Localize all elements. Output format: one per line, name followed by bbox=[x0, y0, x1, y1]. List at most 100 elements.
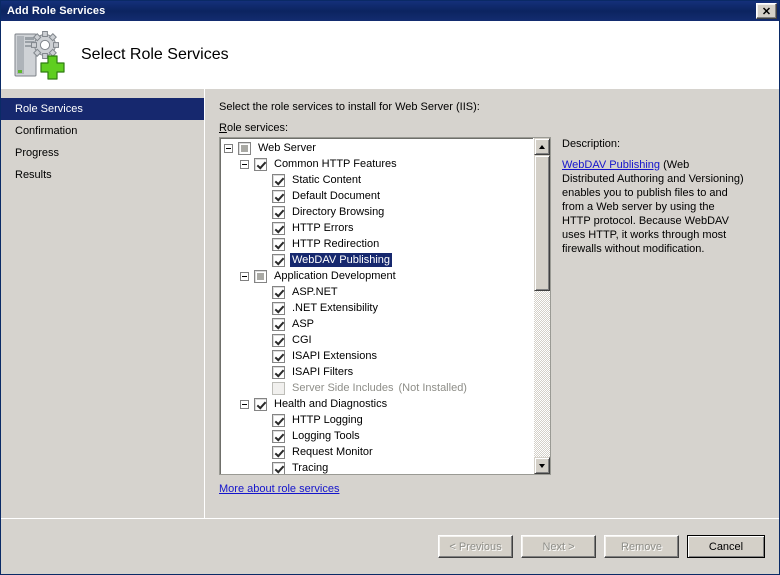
tree-item-label: WebDAV Publishing bbox=[290, 253, 392, 267]
tree-item-label: Default Document bbox=[290, 189, 382, 203]
dialog-body: Role Services Confirmation Progress Resu… bbox=[1, 89, 779, 518]
checkbox-checked[interactable] bbox=[272, 462, 285, 475]
tree-item[interactable]: HTTP Logging bbox=[222, 412, 533, 428]
sidebar-item-role-services[interactable]: Role Services bbox=[1, 98, 204, 120]
tree-item-label: Common HTTP Features bbox=[272, 157, 399, 171]
tree-item-label: Directory Browsing bbox=[290, 205, 386, 219]
checkbox-checked[interactable] bbox=[272, 430, 285, 443]
tree-item-label: .NET Extensibility bbox=[290, 301, 380, 315]
role-services-label: Role services: bbox=[219, 122, 779, 134]
sidebar-item-confirmation[interactable]: Confirmation bbox=[1, 120, 204, 142]
next-button[interactable]: Next > bbox=[521, 535, 596, 558]
checkbox-checked[interactable] bbox=[254, 398, 267, 411]
tree-item[interactable]: Application Development bbox=[222, 268, 533, 284]
dialog-footer: < Previous Next > Remove Cancel bbox=[1, 518, 779, 574]
sidebar-item-results[interactable]: Results bbox=[1, 164, 204, 186]
tree-item-label: ISAPI Extensions bbox=[290, 349, 379, 363]
tree-item[interactable]: .NET Extensibility bbox=[222, 300, 533, 316]
tree-item-label: HTTP Redirection bbox=[290, 237, 381, 251]
role-services-tree[interactable]: Web Server Common HTTP Features Static Con… bbox=[219, 137, 551, 475]
scroll-up-icon[interactable] bbox=[534, 138, 550, 155]
collapse-minus-icon[interactable] bbox=[240, 400, 249, 409]
title-bar: Add Role Services ✕ bbox=[1, 1, 779, 21]
checkbox-checked[interactable] bbox=[272, 334, 285, 347]
tree-item-label: HTTP Errors bbox=[290, 221, 356, 235]
dialog-header: Select Role Services bbox=[1, 21, 779, 89]
tree-item-label: ASP.NET bbox=[290, 285, 340, 299]
checkbox-checked[interactable] bbox=[272, 366, 285, 379]
scroll-down-icon[interactable] bbox=[534, 457, 550, 474]
collapse-minus-icon[interactable] bbox=[224, 144, 233, 153]
tree-item[interactable]: HTTP Redirection bbox=[222, 236, 533, 252]
description-panel: Description: WebDAV Publishing (Web Dist… bbox=[551, 137, 779, 495]
tree-item[interactable]: Request Monitor bbox=[222, 444, 533, 460]
checkbox-checked[interactable] bbox=[272, 206, 285, 219]
scrollbar-thumb[interactable] bbox=[534, 155, 550, 291]
tree-item[interactable]: ISAPI Extensions bbox=[222, 348, 533, 364]
checkbox-unchecked bbox=[272, 382, 285, 395]
tree-scrollbar[interactable] bbox=[533, 138, 550, 474]
checkbox-checked[interactable] bbox=[272, 238, 285, 251]
checkbox-checked[interactable] bbox=[272, 286, 285, 299]
add-role-services-dialog: Add Role Services ✕ bbox=[0, 0, 780, 575]
tree-item[interactable]: HTTP Errors bbox=[222, 220, 533, 236]
scrollbar-track[interactable] bbox=[534, 155, 550, 457]
checkbox-checked[interactable] bbox=[272, 174, 285, 187]
description-heading: Description: bbox=[562, 138, 779, 150]
tree-item-label: Health and Diagnostics bbox=[272, 397, 389, 411]
instruction-text: Select the role services to install for … bbox=[219, 101, 779, 113]
tree-item[interactable]: Tracing bbox=[222, 460, 533, 474]
tree-item[interactable]: Default Document bbox=[222, 188, 533, 204]
tree-item[interactable]: Directory Browsing bbox=[222, 204, 533, 220]
tree-item[interactable]: Logging Tools bbox=[222, 428, 533, 444]
checkbox-checked[interactable] bbox=[272, 414, 285, 427]
tree-item[interactable]: CGI bbox=[222, 332, 533, 348]
checkbox-indeterminate[interactable] bbox=[254, 270, 267, 283]
cancel-button[interactable]: Cancel bbox=[687, 535, 765, 558]
remove-button[interactable]: Remove bbox=[604, 535, 679, 558]
tree-item[interactable]: Web Server bbox=[222, 140, 533, 156]
tree-item-label: ASP bbox=[290, 317, 316, 331]
tree-item-label: Web Server bbox=[256, 141, 318, 155]
checkbox-checked[interactable] bbox=[272, 318, 285, 331]
tree-item[interactable]: Static Content bbox=[222, 172, 533, 188]
previous-button[interactable]: < Previous bbox=[438, 535, 513, 558]
checkbox-indeterminate[interactable] bbox=[238, 142, 251, 155]
tree-item-label: HTTP Logging bbox=[290, 413, 365, 427]
tree-item[interactable]: ISAPI Filters bbox=[222, 364, 533, 380]
checkbox-checked[interactable] bbox=[272, 350, 285, 363]
checkbox-checked[interactable] bbox=[272, 190, 285, 203]
description-text: WebDAV Publishing (Web Distributed Autho… bbox=[562, 158, 744, 256]
checkbox-checked[interactable] bbox=[272, 446, 285, 459]
content-pane: Select the role services to install for … bbox=[205, 89, 779, 518]
tree-rows: Web Server Common HTTP Features Static Con… bbox=[220, 138, 533, 474]
tree-item[interactable]: Health and Diagnostics bbox=[222, 396, 533, 412]
checkbox-checked[interactable] bbox=[254, 158, 267, 171]
tree-item-label: Request Monitor bbox=[290, 445, 375, 459]
tree-item[interactable]: ASP bbox=[222, 316, 533, 332]
tree-item-label: Server Side Includes bbox=[290, 381, 396, 395]
server-gear-plus-icon bbox=[11, 30, 65, 80]
checkbox-checked[interactable] bbox=[272, 222, 285, 235]
description-body-text: (Web Distributed Authoring and Versionin… bbox=[562, 159, 744, 255]
tree-item[interactable]: Server Side Includes(Not Installed) bbox=[222, 380, 533, 396]
tree-item[interactable]: WebDAV Publishing bbox=[222, 252, 533, 268]
checkbox-checked[interactable] bbox=[272, 302, 285, 315]
tree-item-label: Static Content bbox=[290, 173, 363, 187]
tree-item-label: Tracing bbox=[290, 461, 330, 474]
tree-item-label: Logging Tools bbox=[290, 429, 362, 443]
collapse-minus-icon[interactable] bbox=[240, 272, 249, 281]
tree-item-label: ISAPI Filters bbox=[290, 365, 355, 379]
tree-item[interactable]: ASP.NET bbox=[222, 284, 533, 300]
tree-item-note: (Not Installed) bbox=[396, 382, 467, 394]
webdav-publishing-link[interactable]: WebDAV Publishing bbox=[562, 159, 660, 171]
checkbox-checked[interactable] bbox=[272, 254, 285, 267]
close-icon[interactable]: ✕ bbox=[756, 3, 777, 19]
tree-item-label: Application Development bbox=[272, 269, 398, 283]
collapse-minus-icon[interactable] bbox=[240, 160, 249, 169]
wizard-nav: Role Services Confirmation Progress Resu… bbox=[1, 89, 205, 518]
tree-item-label: CGI bbox=[290, 333, 314, 347]
tree-item[interactable]: Common HTTP Features bbox=[222, 156, 533, 172]
sidebar-item-progress[interactable]: Progress bbox=[1, 142, 204, 164]
more-about-role-services-link[interactable]: More about role services bbox=[219, 483, 339, 495]
